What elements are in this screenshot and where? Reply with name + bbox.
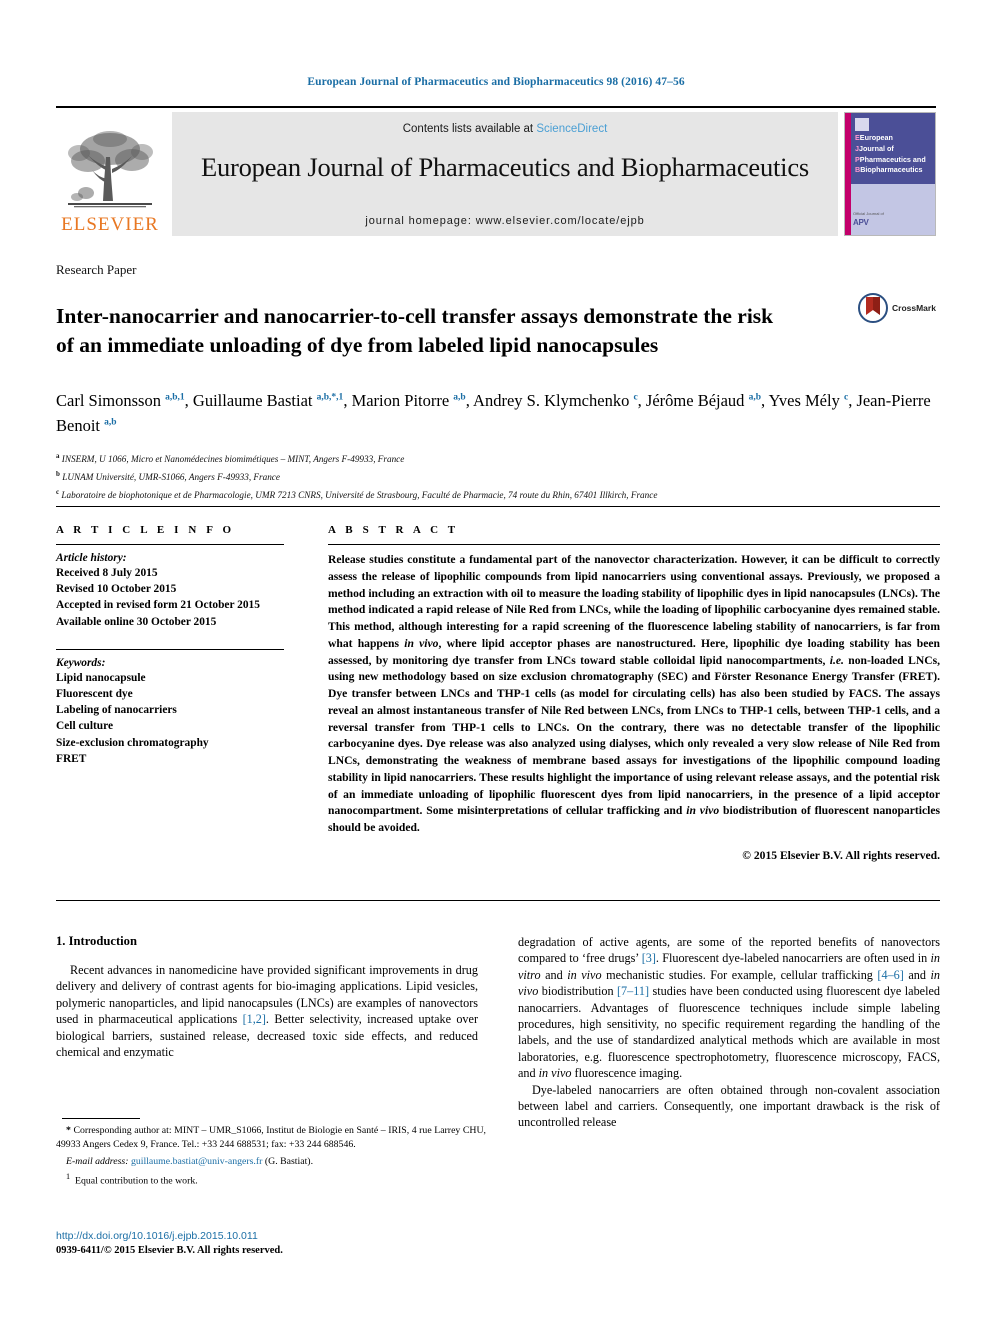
history-item: Received 8 July 2015 (56, 567, 158, 579)
footnote-equal-contribution: 1 Equal contribution to the work. (66, 1171, 198, 1187)
article-type-label: Research Paper (56, 262, 137, 277)
abstract-body: Release studies constitute a fundamental… (328, 553, 940, 834)
article-info-column: A R T I C L E I N F O Article history: R… (56, 524, 284, 767)
contents-available-line: Contents lists available at ScienceDirec… (172, 123, 838, 135)
intro-paragraph-right-2: Dye-labeled nanocarriers are often obtai… (518, 1082, 940, 1130)
affiliation-item: c Laboratoire de biophotonique et de Pha… (56, 486, 940, 504)
footnote-rule (62, 1118, 140, 1119)
article-info-heading: A R T I C L E I N F O (56, 524, 235, 536)
footnote-block: * Corresponding author at: MINT – UMR_S1… (56, 1124, 486, 1190)
affiliation-list: a INSERM, U 1066, Micro et Nanomédecines… (56, 450, 940, 504)
affiliation-text: INSERM, U 1066, Micro et Nanomédecines b… (61, 454, 405, 465)
email-link[interactable]: guillaume.bastiat@univ-angers.fr (131, 1156, 262, 1167)
body-column-left: 1. Introduction Recent advances in nanom… (56, 934, 478, 1060)
history-item: Accepted in revised form 21 October 2015 (56, 599, 260, 612)
abstract-heading: A B S T R A C T (328, 524, 459, 536)
elsevier-logo: ELSEVIER (56, 112, 164, 236)
affiliation-item: b LUNAM Université, UMR-S1066, Angers F-… (56, 468, 940, 486)
email-label: E-mail address: (66, 1155, 129, 1167)
keyword-item: Size-exclusion chromatography (56, 736, 209, 749)
footnote-corresponding-author: * Corresponding author at: MINT – UMR_S1… (56, 1125, 486, 1151)
page-title: Inter-nanocarrier and nanocarrier-to-cel… (56, 304, 774, 357)
journal-article-first-page: European Journal of Pharmaceutics and Bi… (0, 0, 992, 1323)
crossmark-label: CrossMark (892, 303, 936, 313)
affiliation-text: LUNAM Université, UMR-S1066, Angers F-49… (62, 471, 280, 482)
keyword-item: FRET (56, 752, 87, 765)
running-head: European Journal of Pharmaceutics and Bi… (307, 76, 685, 88)
cover-line-1: European (859, 133, 893, 142)
abstract-copyright: © 2015 Elsevier B.V. All rights reserved… (742, 848, 940, 862)
contents-prefix-text: Contents lists available at (402, 123, 537, 135)
article-history-label: Article history: (56, 552, 127, 564)
doi-link[interactable]: http://dx.doi.org/10.1016/j.ejpb.2015.10… (56, 1230, 258, 1242)
body-column-right: degradation of active agents, are some o… (518, 934, 940, 1131)
affiliation-item: a INSERM, U 1066, Micro et Nanomédecines… (56, 450, 940, 468)
journal-cover-thumbnail: EEuropean JJournal of PPharmaceutics and… (844, 112, 936, 236)
cover-society-name: APV (853, 217, 869, 227)
crossmark-icon (858, 293, 888, 323)
keywords-label: Keywords: (56, 656, 106, 669)
abstract-rule (328, 544, 940, 545)
sciencedirect-link[interactable]: ScienceDirect (536, 123, 607, 135)
intro-paragraph-right-1: degradation of active agents, are some o… (518, 935, 940, 1081)
affiliation-marker: b (56, 469, 60, 478)
keyword-item: Labeling of nanocarriers (56, 704, 177, 717)
affiliation-text: Laboratoire de biophotonique et de Pharm… (61, 489, 658, 500)
masthead-center-panel: Contents lists available at ScienceDirec… (172, 112, 838, 236)
article-info-rule (56, 544, 284, 545)
elsevier-wordmark: ELSEVIER (61, 214, 159, 235)
journal-masthead: ELSEVIER Contents lists available at Sci… (56, 106, 936, 236)
cover-line-4: Biopharmaceutics (860, 165, 923, 175)
cover-line-3: Pharmaceutics and (859, 154, 926, 164)
crossmark-badge[interactable]: CrossMark (858, 292, 942, 324)
keywords-rule (56, 648, 284, 650)
author-list: Carl Simonsson a,b,1, Guillaume Bastiat … (56, 391, 931, 436)
cover-footer: Official Journal of APV (853, 211, 931, 228)
keyword-item: Lipid nanocapsule (56, 671, 146, 684)
cover-society-mark-icon (855, 118, 869, 131)
email-suffix: (G. Bastiat). (262, 1155, 314, 1167)
issn-copyright-line: 0939-6411/© 2015 Elsevier B.V. All right… (56, 1245, 283, 1256)
affiliation-marker: c (56, 487, 60, 496)
info-abstract-band-bottom-rule (56, 900, 940, 901)
cover-line-2: Journal of (859, 143, 894, 153)
keyword-item: Fluorescent dye (56, 687, 133, 700)
history-item: Revised 10 October 2015 (56, 583, 177, 596)
affiliation-marker: a (56, 452, 60, 460)
journal-title: European Journal of Pharmaceutics and Bi… (200, 152, 810, 182)
intro-paragraph-left: Recent advances in nanomedicine have pro… (56, 963, 478, 1060)
keyword-item: Cell culture (56, 720, 114, 733)
section-title-introduction: 1. Introduction (56, 934, 137, 948)
abstract-column: A B S T R A C T Release studies constitu… (328, 524, 940, 862)
journal-homepage-line[interactable]: journal homepage: www.elsevier.com/locat… (172, 215, 838, 227)
footnote-email: E-mail address: guillaume.bastiat@univ-a… (56, 1155, 486, 1169)
elsevier-tree-icon (68, 131, 153, 208)
history-item: Available online 30 October 2015 (56, 615, 217, 628)
cover-title-text: EEuropean JJournal of PPharmaceutics and… (855, 133, 926, 175)
